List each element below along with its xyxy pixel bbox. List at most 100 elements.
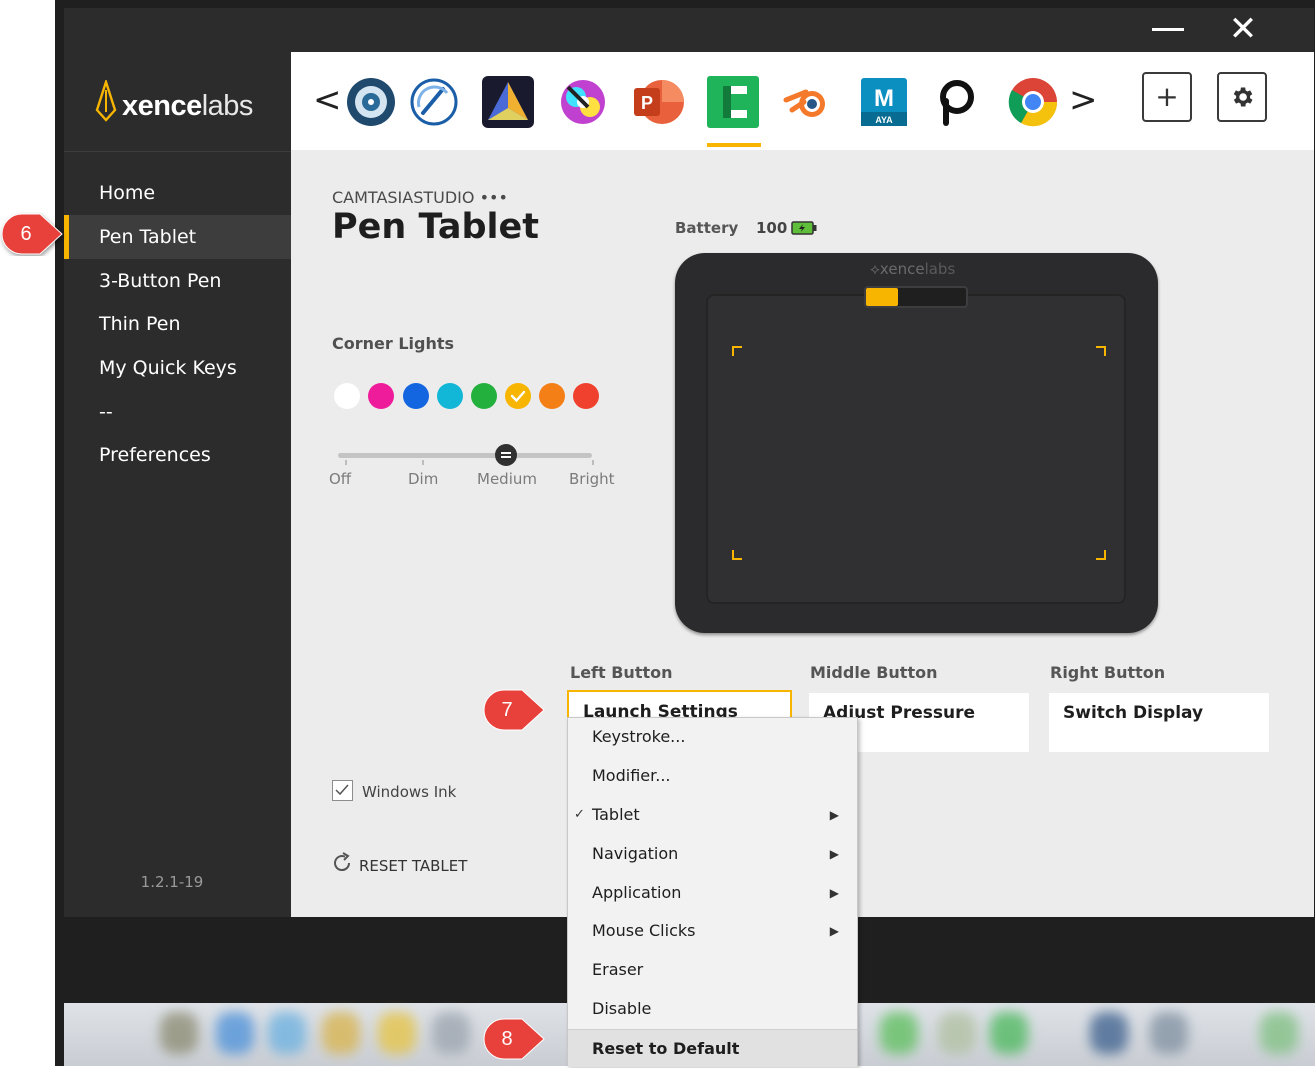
minimize-button[interactable]	[1145, 12, 1191, 46]
reset-tablet-button[interactable]: RESET TABLET	[359, 857, 467, 875]
menu-item-application[interactable]: Application ▶	[568, 874, 857, 912]
slider-tick	[345, 460, 347, 465]
windows-ink-checkbox[interactable]	[332, 780, 353, 801]
color-swatch-cyan[interactable]	[437, 383, 463, 409]
menu-item-label: Reset to Default	[592, 1039, 740, 1058]
add-app-button[interactable]: +	[1142, 72, 1192, 122]
speedometer-app-icon[interactable]	[408, 76, 460, 128]
taskbar-app-icon	[160, 1012, 198, 1054]
brightness-label-dim: Dim	[408, 470, 439, 488]
sidebar-item-preferences[interactable]: Preferences	[64, 433, 291, 477]
selected-app-indicator	[707, 143, 761, 147]
corner-light	[732, 550, 742, 560]
page-title: Pen Tablet	[332, 207, 539, 247]
callout-number: 8	[501, 1028, 513, 1050]
callout-marker: 7	[482, 688, 550, 732]
menu-item-reset-to-default[interactable]: Reset to Default	[568, 1029, 857, 1067]
apps-next-button[interactable]: >	[1069, 80, 1098, 120]
menu-item-tablet[interactable]: ✓ Tablet ▶	[568, 796, 857, 834]
taskbar-app-icon	[990, 1012, 1028, 1054]
tablet-brand-light: xence	[879, 260, 925, 278]
check-icon: ✓	[574, 807, 585, 822]
picsart-icon[interactable]	[932, 76, 984, 128]
right-button-label: Right Button	[1050, 663, 1166, 682]
menu-item-eraser[interactable]: Eraser	[568, 951, 857, 989]
right-button-dropdown[interactable]: Switch Display	[1049, 693, 1269, 752]
battery-value: 100	[756, 219, 788, 237]
taskbar-app-icon	[216, 1012, 254, 1054]
menu-item-label: Modifier...	[592, 766, 671, 785]
version-label: 1.2.1-19	[140, 873, 204, 891]
maya-icon[interactable]: M AYA	[858, 76, 910, 128]
corner-light	[1096, 550, 1106, 560]
taskbar-app-icon	[1090, 1012, 1128, 1054]
battery-label: Battery	[675, 219, 739, 237]
logo-text-bold: xence	[122, 90, 202, 122]
color-swatch-orange[interactable]	[539, 383, 565, 409]
color-swatch-blue[interactable]	[403, 383, 429, 409]
menu-item-keystroke[interactable]: Keystroke...	[568, 718, 857, 756]
submenu-arrow-icon: ▶	[829, 847, 839, 861]
menu-item-label: Disable	[592, 999, 652, 1018]
corner-lights-label: Corner Lights	[332, 334, 455, 353]
blender-icon[interactable]	[782, 76, 834, 128]
checkmark-icon	[335, 784, 349, 796]
left-button-label: Left Button	[570, 663, 673, 682]
color-swatch-white[interactable]	[334, 383, 360, 409]
sidebar-item-my-quick-keys[interactable]: My Quick Keys	[64, 346, 291, 390]
menu-item-label: Mouse Clicks	[592, 921, 696, 940]
reset-icon[interactable]	[330, 851, 354, 875]
color-swatch-magenta[interactable]	[368, 383, 394, 409]
taskbar-app-icon	[938, 1012, 976, 1054]
callout-marker: 8	[482, 1017, 550, 1061]
gear-icon	[1233, 87, 1253, 107]
powerpoint-icon[interactable]: P	[632, 76, 684, 128]
brightness-slider-thumb[interactable]	[495, 444, 517, 466]
menu-item-disable[interactable]: Disable	[568, 990, 857, 1028]
tablet-active-area	[706, 294, 1126, 604]
brightness-label-off: Off	[329, 470, 352, 488]
menu-item-modifier[interactable]: Modifier...	[568, 757, 857, 795]
sidebar-item-home[interactable]: Home	[64, 171, 291, 215]
sidebar-divider	[64, 151, 291, 152]
apps-prev-button[interactable]: <	[313, 80, 342, 120]
slider-tick	[592, 460, 594, 465]
taskbar-app-icon	[1150, 1012, 1188, 1054]
slider-tick	[422, 460, 424, 465]
sidebar-item-separator[interactable]: --	[64, 390, 291, 434]
color-swatch-red[interactable]	[573, 383, 599, 409]
brightness-slider-track[interactable]	[338, 453, 592, 458]
menu-item-label: Application	[592, 883, 682, 902]
taskbar-app-icon	[268, 1012, 306, 1054]
chrome-icon[interactable]	[1007, 76, 1059, 128]
tablet-brand-bold: labs	[924, 260, 956, 278]
settings-button[interactable]	[1217, 72, 1267, 122]
disc-app-icon[interactable]	[345, 76, 397, 128]
menu-item-label: Navigation	[592, 844, 679, 863]
menu-item-label: Keystroke...	[592, 727, 686, 746]
windows-ink-label[interactable]: Windows Ink	[362, 783, 456, 801]
check-icon	[510, 390, 526, 403]
color-swatch-yellow[interactable]	[505, 383, 531, 409]
submenu-arrow-icon: ▶	[829, 886, 839, 900]
close-button[interactable]: ✕	[1220, 10, 1266, 48]
callout-number: 6	[20, 223, 32, 245]
sidebar-item-3-button-pen[interactable]: 3-Button Pen	[64, 259, 291, 303]
taskbar-app-icon	[378, 1012, 416, 1054]
svg-text:P: P	[641, 93, 653, 113]
color-swatch-green[interactable]	[471, 383, 497, 409]
menu-item-navigation[interactable]: Navigation ▶	[568, 835, 857, 873]
menu-item-mouse-clicks[interactable]: Mouse Clicks ▶	[568, 912, 857, 950]
menu-item-label: Tablet	[592, 805, 640, 824]
sidebar-item-thin-pen[interactable]: Thin Pen	[64, 302, 291, 346]
brightness-label-medium: Medium	[477, 470, 537, 488]
selected-app-name[interactable]: CAMTASIASTUDIO •••	[332, 188, 508, 207]
affinity-photo-icon[interactable]	[482, 76, 534, 128]
color-wheel-app-icon[interactable]	[557, 76, 609, 128]
camtasia-icon[interactable]	[707, 76, 759, 128]
corner-light	[732, 346, 742, 356]
battery-charging-icon	[791, 221, 817, 235]
tablet-left-button-highlight	[866, 288, 898, 306]
title-bar	[64, 8, 1314, 52]
sidebar-item-pen-tablet[interactable]: Pen Tablet	[64, 215, 291, 259]
